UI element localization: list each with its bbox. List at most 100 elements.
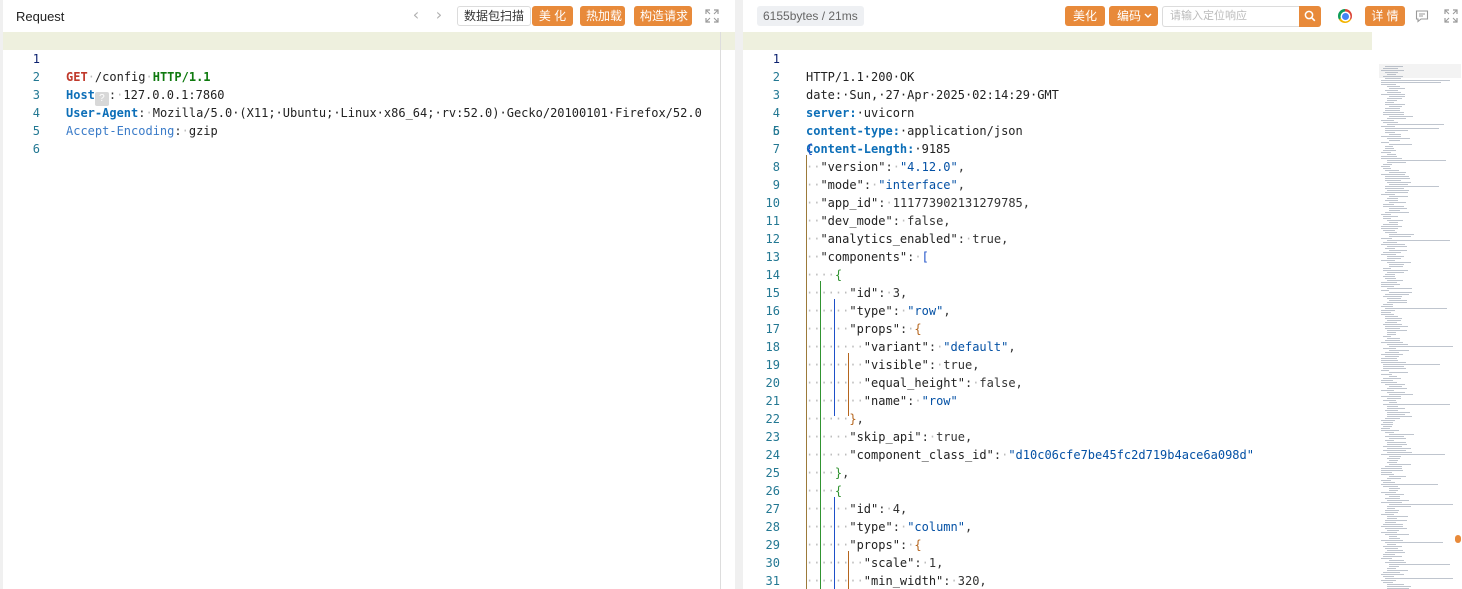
packet-scan-button[interactable]: 数据包扫描 (457, 6, 532, 26)
minimap-line (1381, 94, 1405, 95)
minimap-line (1389, 460, 1398, 461)
minimap-line (1381, 156, 1397, 157)
minimap-line (1387, 240, 1450, 241)
json-line: ········"visible":·true, (806, 358, 980, 372)
minimap-line (1389, 488, 1400, 489)
request-beautify-button[interactable]: 美 化 (532, 6, 573, 26)
minimap-line (1385, 494, 1404, 495)
minimap-line (1389, 372, 1408, 373)
line-number: 10 (765, 196, 780, 210)
line-number: 28 (765, 520, 780, 534)
chrome-icon[interactable] (1338, 9, 1352, 23)
line-number: 26 (765, 484, 780, 498)
fullscreen-icon[interactable] (1444, 9, 1458, 23)
minimap-line (1385, 548, 1398, 549)
minimap-line (1381, 260, 1395, 261)
minimap-line (1381, 238, 1392, 239)
minimap-line (1385, 318, 1402, 319)
minimap-line (1385, 384, 1405, 385)
response-line: 5 Content-Length:·9185 (743, 104, 1462, 156)
minimap-line (1387, 220, 1403, 221)
minimap-line (1383, 122, 1398, 123)
line-number: 11 (765, 214, 780, 228)
minimap-line (1381, 502, 1402, 503)
line-number: 22 (765, 412, 780, 426)
code-minimap[interactable] (1379, 64, 1461, 589)
minimap-line (1383, 204, 1394, 205)
response-line: 4 content-type:·application/json (743, 86, 1462, 138)
json-line: ····{ (806, 268, 843, 282)
json-line: ········"equal_height":·false, (806, 376, 1023, 390)
line-number: 15 (765, 286, 780, 300)
minimap-line (1387, 458, 1400, 459)
comment-icon[interactable] (1415, 9, 1429, 23)
hot-load-button[interactable]: 热加载 (580, 6, 625, 26)
minimap-line (1387, 388, 1407, 389)
construct-request-button[interactable]: 构造请求 (634, 6, 692, 26)
minimap-line (1381, 290, 1389, 291)
encoding-dropdown[interactable]: 编码 (1109, 6, 1158, 26)
response-beautify-button[interactable]: 美化 (1065, 6, 1105, 26)
minimap-line (1387, 100, 1397, 101)
fullscreen-icon[interactable] (705, 9, 719, 23)
minimap-line (1381, 284, 1400, 285)
search-button[interactable] (1299, 6, 1321, 27)
minimap-line (1387, 262, 1411, 263)
minimap-line (1381, 314, 1394, 315)
minimap-line (1387, 98, 1402, 99)
minimap-line (1381, 70, 1404, 71)
chevron-right-icon[interactable]: › (430, 5, 448, 25)
response-line: 11 ··"dev_mode":·false, (743, 212, 1462, 230)
minimap-line (1381, 360, 1398, 361)
minimap-line (1383, 582, 1393, 583)
response-editor[interactable]: 1 HTTP/1.1·200·OK 2 date:·Sun,·27·Apr·20… (743, 32, 1462, 589)
line-number: 23 (765, 430, 780, 444)
minimap-line (1385, 130, 1408, 131)
minimap-line (1389, 376, 1397, 377)
response-line: 19 ········"visible":·true, (743, 356, 1462, 374)
response-line: 18 ········"variant":·"default", (743, 338, 1462, 356)
request-editor[interactable]: 1 GET·/config·HTTP/1.1 2 Host?:·127.0.0.… (3, 32, 735, 589)
minimap-line (1387, 448, 1411, 449)
minimap-line (1389, 172, 1406, 173)
details-button[interactable]: 详 情 (1365, 6, 1405, 26)
minimap-line (1381, 580, 1396, 581)
minimap-line (1381, 430, 1399, 431)
chevron-left-icon[interactable]: ‹ (407, 5, 425, 25)
json-line: ······"skip_api":·true, (806, 430, 973, 444)
editor-scrollbar[interactable] (720, 32, 721, 589)
scrollbar-thumb[interactable] (1455, 535, 1461, 543)
minimap-line (1383, 168, 1391, 169)
minimap-line (1387, 182, 1411, 183)
minimap-line (1381, 282, 1397, 283)
minimap-line (1381, 492, 1396, 493)
request-line: 6 (3, 122, 735, 156)
response-line: 10 ··"app_id":·111773902131279785, (743, 194, 1462, 212)
minimap-line (1385, 200, 1398, 201)
minimap-line (1389, 434, 1414, 435)
request-line: 4 Accept-Encoding:·gzip (3, 86, 735, 138)
line-number: 30 (765, 556, 780, 570)
minimap-line (1381, 382, 1397, 383)
line-number: 17 (765, 322, 780, 336)
minimap-line (1385, 534, 1409, 535)
minimap-line (1387, 160, 1446, 161)
minimap-line (1383, 304, 1393, 305)
line-number: 20 (765, 376, 780, 390)
request-line: 3 User-Agent:·Mozilla/5.0·(X11;·Ubuntu;·… (3, 68, 735, 120)
minimap-line (1381, 484, 1438, 485)
minimap-line (1385, 528, 1407, 529)
locate-response-input[interactable]: 请输入定位响应 (1162, 6, 1299, 27)
minimap-line (1383, 242, 1397, 243)
request-line: 5 (3, 104, 735, 138)
minimap-line (1389, 350, 1409, 351)
minimap-line (1387, 568, 1396, 569)
minimap-line (1385, 72, 1398, 73)
minimap-line (1381, 136, 1401, 137)
minimap-line (1385, 498, 1400, 499)
minimap-line (1385, 340, 1400, 341)
json-line: ······"type":·"column", (806, 520, 973, 534)
minimap-line (1381, 214, 1391, 215)
minimap-line (1389, 106, 1402, 107)
minimap-line (1383, 482, 1395, 483)
